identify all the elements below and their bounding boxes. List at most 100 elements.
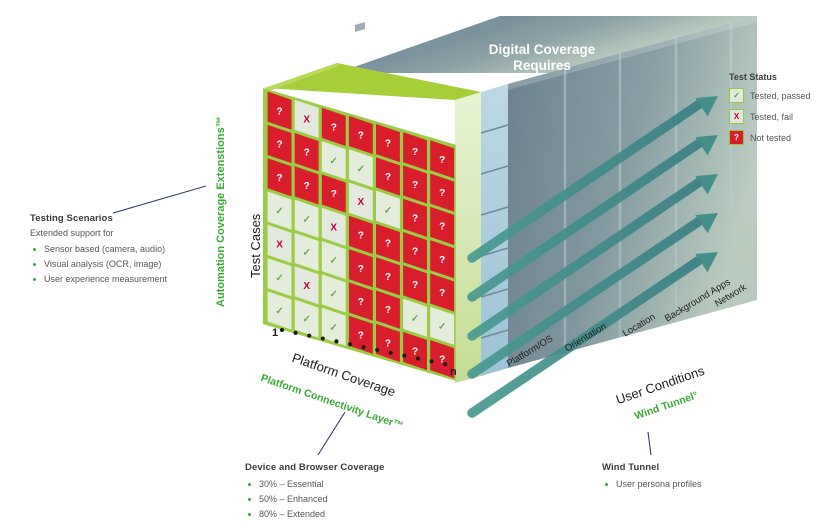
leader-wind-tunnel [647,431,652,456]
grid-cell-glyph: ? [331,123,337,134]
grid-cell-glyph: ? [358,297,364,308]
grid-cell-glyph: ? [439,222,445,233]
annotation-list-item: User persona profiles [602,477,702,492]
annotation-list-item-label: User experience measurement [44,274,168,284]
x-axis-dot [347,342,353,347]
x-axis-dot [334,339,339,344]
grid-cell-glyph: ✓ [438,321,446,332]
grid-cell-glyph: ✓ [330,289,338,300]
annotation-list: Sensor based (camera, audio) Visual analy… [30,242,167,287]
grid-cell-glyph: ✓ [275,273,283,284]
annotation-list-item-label: User persona profiles [616,479,702,489]
x-axis-dot [375,347,380,353]
grid-cell-glyph: X [276,240,283,251]
annotation-title: Testing Scenarios [30,213,113,224]
x-axis-dot [279,327,285,333]
legend-item: ? Not tested [729,130,820,145]
bullet-icon [248,498,251,501]
annotation-wind-tunnel: Wind Tunnel User persona profiles [602,462,702,492]
grid-cell-glyph: ? [358,231,364,242]
legend-item: ✓ Tested, passed [729,88,820,103]
grid-cell-glyph: ? [385,339,391,350]
grid-cell-glyph: ? [412,147,418,158]
grid-cell-glyph: X [303,281,310,292]
grid-cell-glyph: ✓ [384,205,392,216]
grid-cell-glyph: ✓ [302,214,310,225]
annotation-list-item: 80% – Extended [245,507,384,522]
legend-item-label: Tested, passed [750,90,811,101]
annotation-list-item-label: 30% – Essential [259,479,324,489]
grid-cell-glyph: ? [412,213,418,224]
leader-testing-scenarios [112,185,207,214]
grid-cell-glyph: X [303,114,310,125]
x-axis-dot [320,336,325,341]
annotation-title: Wind Tunnel [602,462,660,473]
grid-cell-glyph: ? [412,347,418,358]
grid-cell-glyph: ✓ [275,206,283,217]
annotation-list-item: Visual analysis (OCR, image) [30,257,167,272]
annotation-list-item-label: Sensor based (camera, audio) [44,244,166,254]
legend: Test Status ✓ Tested, passed X Tested, fail… [729,72,820,151]
grid-cell-glyph: ? [276,106,282,117]
grid-cell-glyph: ✓ [275,306,283,317]
x-axis-dot [402,353,407,358]
grid-cell-glyph: ? [385,305,391,316]
legend-item-label: Tested, fail [750,111,794,122]
grid-cell-glyph: ✓ [302,314,310,325]
bullet-icon [33,278,36,281]
bullet-icon [605,483,608,486]
x-axis-dot [293,330,298,335]
grid-cell-glyph: ? [385,272,391,283]
bullet-icon [33,263,36,266]
annotation-device-browser: Device and Browser Coverage 30% – Essent… [245,462,384,522]
bullet-icon [248,483,251,486]
leader-device-browser [317,411,346,456]
grid-cell-glyph: ✓ [302,248,310,259]
bullet-icon [248,513,251,516]
x-axis-dot [429,359,434,364]
annotation-list-item: 50% – Enhanced [245,492,384,507]
x-axis-dot [415,356,421,361]
grid-cell-glyph: ? [331,189,337,200]
cube-green-left-edge [263,90,272,352]
annotation-list-item: 30% – Essential [245,477,384,492]
grid-cell-glyph: ? [385,172,391,183]
grid-cell-glyph: ? [439,188,445,199]
legend-swatch-none-icon: ? [729,130,744,145]
grid-cell-glyph: ✓ [357,164,365,175]
grid-cell-glyph: ? [412,280,418,291]
legend-swatch-fail-icon: X [729,109,744,124]
cube-green-right-face [455,92,481,383]
legend-item: X Tested, fail [729,109,820,124]
x-axis-dot [361,345,366,350]
grid-cell-glyph: ? [358,330,364,341]
grid-cell-glyph: ? [358,131,364,142]
x-axis-dot [388,350,393,355]
grid-cell-glyph: ? [358,264,364,275]
x-axis-end-marker: n [450,366,457,378]
grid-cell-glyph: ? [304,148,310,159]
grid-cell-glyph: ? [412,247,418,258]
grid-cell-glyph: ? [412,180,418,191]
legend-item-label: Not tested [750,132,792,143]
annotation-list: 30% – Essential 50% – Enhanced 80% – Exten… [245,477,384,522]
grid-cell-glyph: ? [276,140,282,151]
grid-cell-glyph: ? [439,288,445,299]
grid-cell-glyph: ✓ [330,256,338,267]
grid-cell-glyph: ✓ [330,156,338,167]
annotation-list-item-label: 50% – Enhanced [259,494,328,504]
diagram-canvas: ? X??????? ✓ ✓?????? X ✓?? ✓ ✓ X???? X ✓ ✓???? ✓ X ✓??… [0,0,820,526]
coverage-grid: ? X??????? ✓ ✓?????? X ✓?? ✓ ✓ X???? X ✓ ✓???? ✓ X ✓??… [263,88,456,381]
y-axis-label: Test Cases [248,213,263,278]
cube-title-line1: Digital Coverage [488,42,596,57]
x-axis-start-marker: 1 [272,327,279,339]
grid-cell-glyph: ✓ [411,313,419,324]
cube-title-line2: Requires [513,58,571,73]
bullet-icon [33,248,36,251]
annotation-title: Device and Browser Coverage [245,462,385,473]
grid-cell-glyph: X [330,222,337,233]
cube-title: Digital Coverage Requires [452,42,632,74]
grid-cell-glyph: ? [304,181,310,192]
grid-cell-glyph: ? [276,173,282,184]
annotation-list-item-label: Visual analysis (OCR, image) [44,259,162,269]
